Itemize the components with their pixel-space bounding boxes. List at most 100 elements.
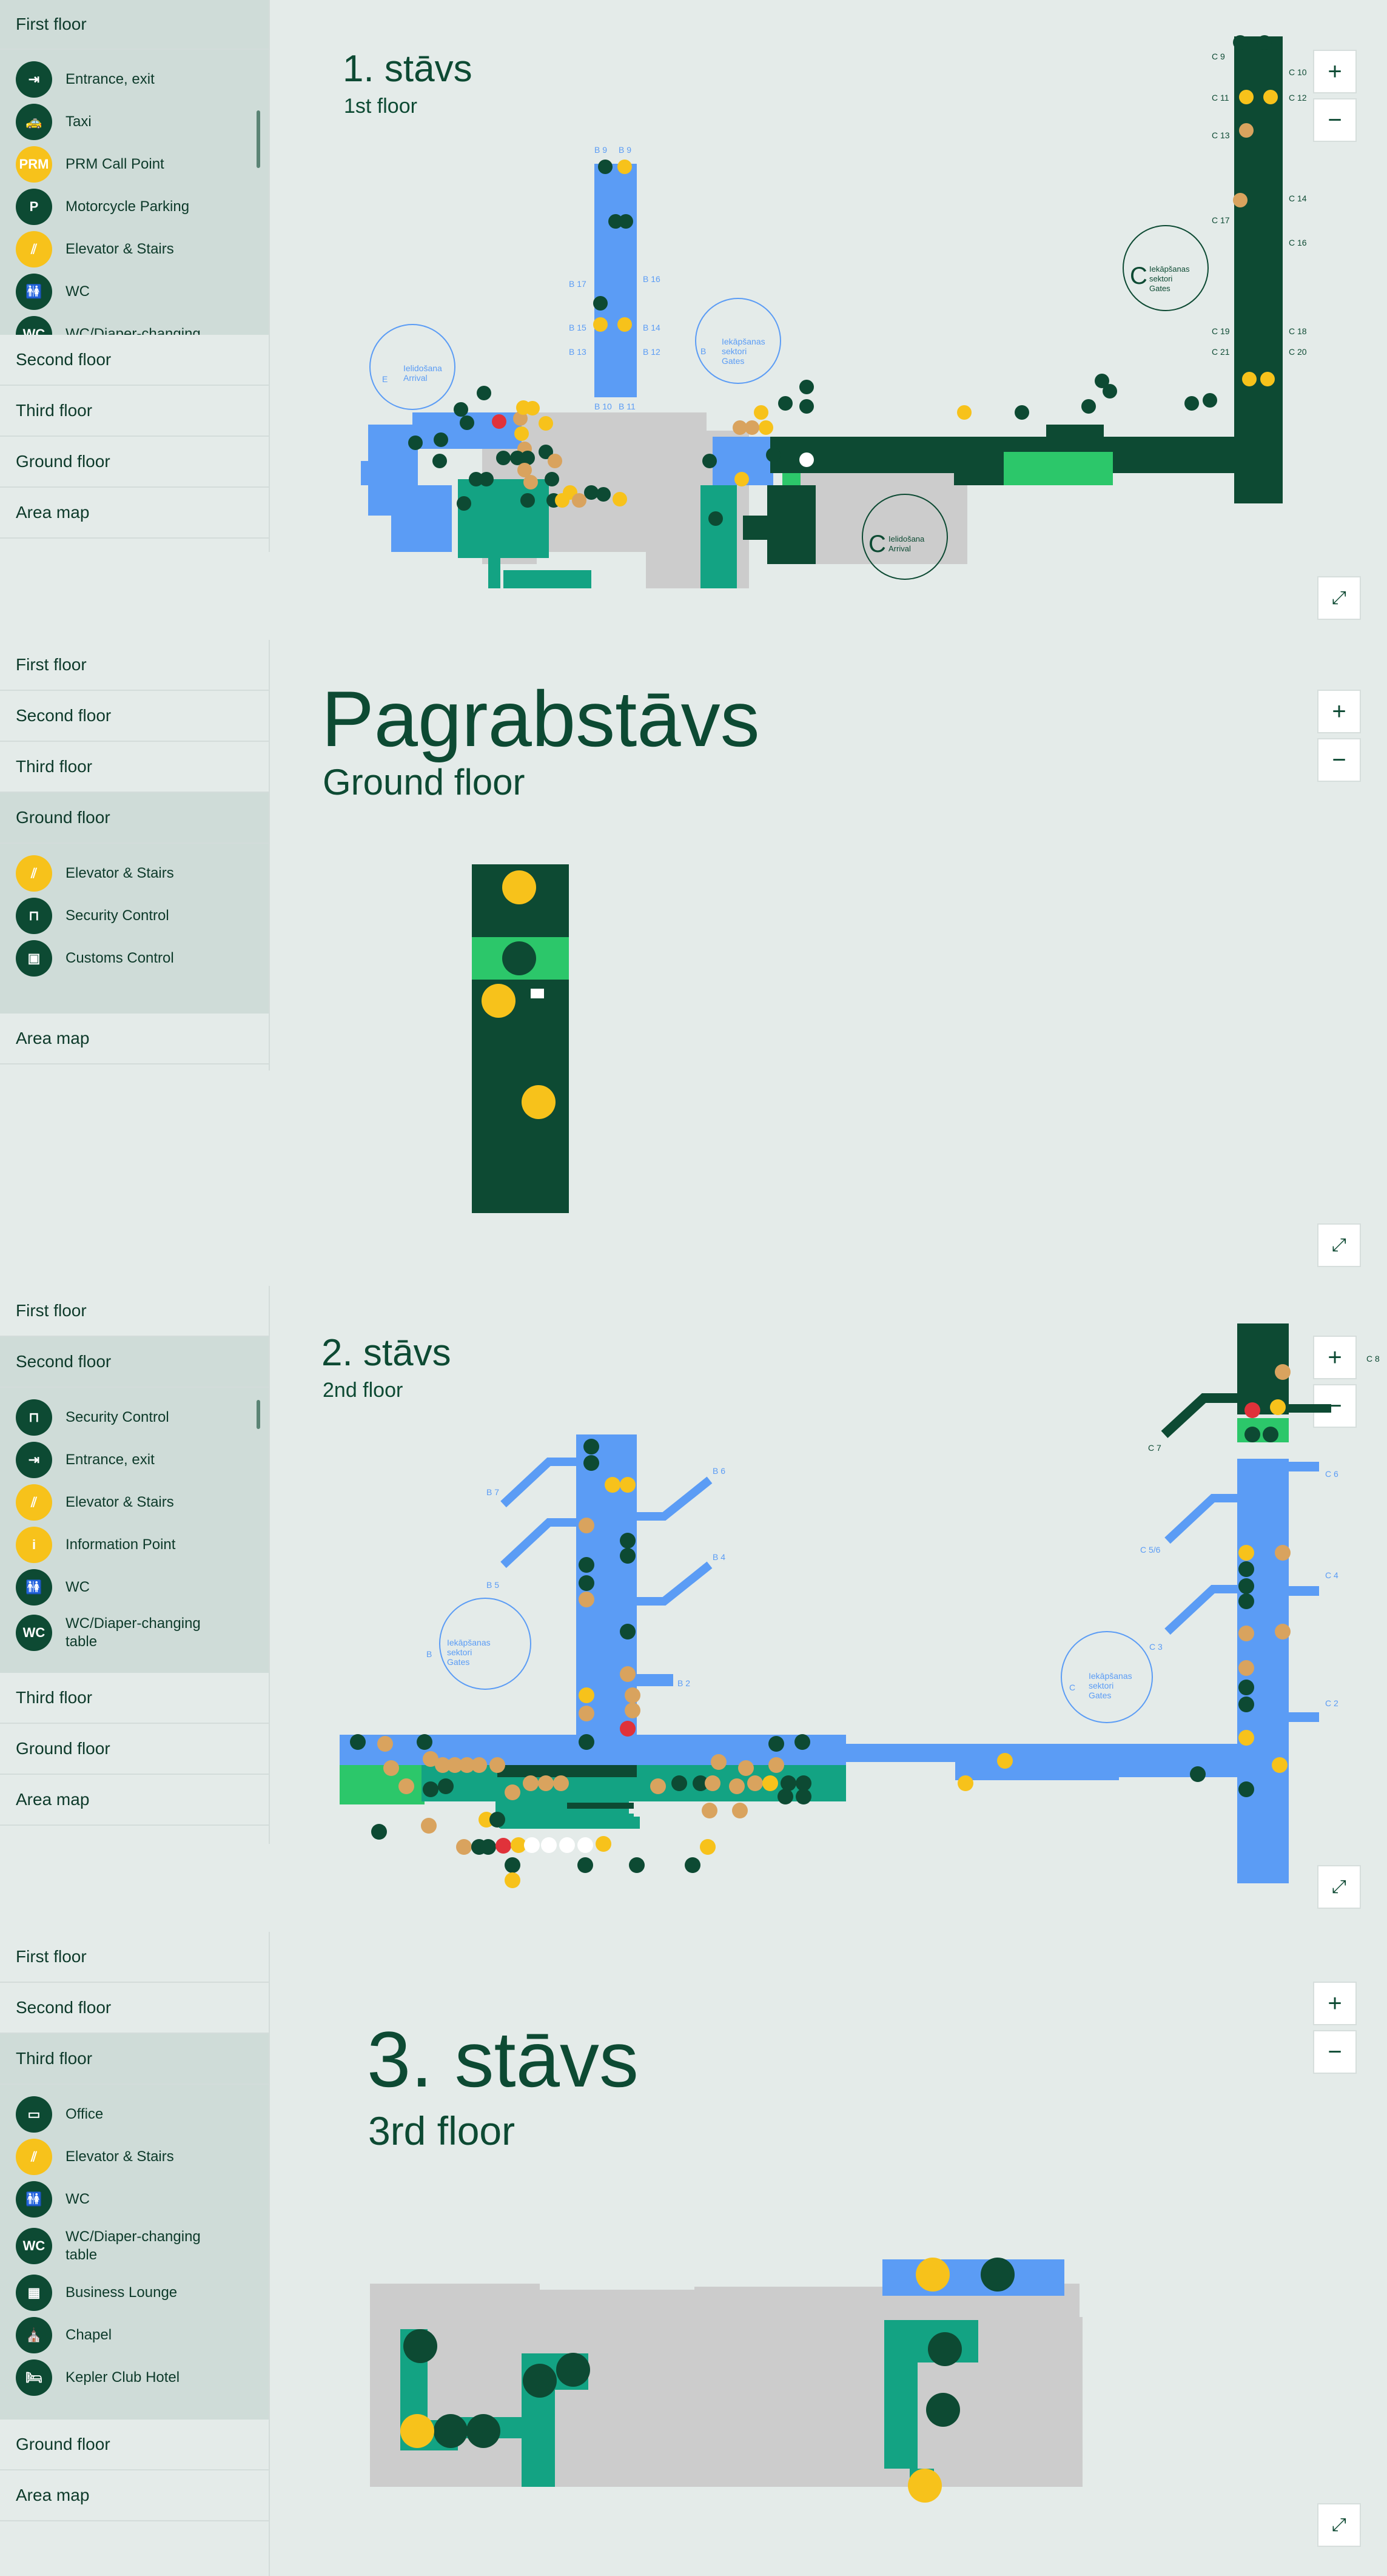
- legend-item-motorcycle[interactable]: P Motorcycle Parking: [16, 186, 269, 228]
- elevator-stairs-icon: ⫽: [16, 1484, 52, 1521]
- nav-area-map[interactable]: Area map: [0, 2470, 269, 2521]
- legend-1st: ⇥ Entrance, exit 🚕 Taxi PRM PRM Call Point …: [0, 50, 269, 335]
- legend-item-wc-diaper[interactable]: WC WC/Diaper-changing table: [16, 2221, 269, 2272]
- floor-panel-3: First floor Second floor Third floor ▭ Of…: [0, 1932, 270, 2576]
- nav-first-floor[interactable]: First floor: [0, 1932, 269, 1983]
- legend-item-customs[interactable]: ▣ Customs Control: [16, 937, 269, 980]
- legend-scrollbar[interactable]: [257, 110, 260, 168]
- legend-item-lounge[interactable]: ▦ Business Lounge: [16, 2272, 269, 2314]
- floor-plan-1st[interactable]: E Ielidošana Arrival B Iekāpšanas sektor…: [270, 0, 1387, 631]
- svg-text:B 15: B 15: [569, 323, 586, 332]
- entrance-exit-icon: ⇥: [16, 61, 52, 98]
- svg-text:Ielidošana: Ielidošana: [403, 363, 442, 373]
- svg-text:sektori: sektori: [722, 346, 747, 356]
- legend-item-security[interactable]: ⊓ Security Control: [16, 895, 269, 937]
- entrance-exit-icon: ⇥: [16, 1442, 52, 1478]
- svg-text:B: B: [426, 1649, 432, 1659]
- nav-first-floor[interactable]: First floor: [0, 1286, 269, 1337]
- nav-second-floor[interactable]: Second floor: [0, 1983, 269, 2034]
- nav-area-map[interactable]: Area map: [0, 1775, 269, 1826]
- security-control-icon: ⊓: [16, 1399, 52, 1436]
- office-icon: ▭: [16, 2096, 52, 2133]
- svg-text:Iekāpšanas: Iekāpšanas: [1149, 264, 1190, 274]
- legend-item-entrance[interactable]: ⇥ Entrance, exit: [16, 58, 269, 101]
- svg-text:C 14: C 14: [1289, 193, 1307, 203]
- svg-text:Arrival: Arrival: [403, 373, 428, 383]
- legend-item-wc-diaper[interactable]: WC WC/Diaper-changing: [16, 313, 269, 335]
- nav-second-floor[interactable]: Second floor: [0, 335, 269, 386]
- legend-item-prm[interactable]: PRM PRM Call Point: [16, 143, 269, 186]
- svg-text:Iekāpšanas: Iekāpšanas: [1089, 1671, 1132, 1681]
- legend-item-chapel[interactable]: ⛪ Chapel: [16, 2314, 269, 2356]
- floor-panel-1: First floor ⇥ Entrance, exit 🚕 Taxi PRM PRM…: [0, 0, 270, 552]
- svg-text:Iekāpšanas: Iekāpšanas: [722, 337, 765, 346]
- svg-text:C 11: C 11: [1212, 93, 1229, 103]
- legend-item-elevator[interactable]: ⫽ Elevator & Stairs: [16, 2136, 269, 2178]
- svg-text:B 10: B 10: [594, 402, 612, 411]
- svg-text:B 14: B 14: [643, 323, 660, 332]
- svg-text:C 7: C 7: [1148, 1443, 1161, 1453]
- svg-text:C 9: C 9: [1212, 52, 1225, 61]
- nav-area-map[interactable]: Area map: [0, 1014, 269, 1064]
- svg-text:C: C: [1069, 1683, 1075, 1692]
- nav-third-floor[interactable]: Third floor: [0, 2034, 269, 2085]
- svg-text:Iekāpšanas: Iekāpšanas: [447, 1638, 491, 1647]
- legend-scrollbar[interactable]: [257, 1400, 260, 1429]
- svg-text:B 2: B 2: [677, 1678, 690, 1688]
- legend-item-wc[interactable]: 🚻 WC: [16, 1566, 269, 1609]
- svg-text:B 17: B 17: [569, 279, 586, 289]
- kepler-hotel-icon: 🛏: [16, 2359, 52, 2396]
- svg-text:C 18: C 18: [1289, 326, 1307, 336]
- legend-item-security[interactable]: ⊓ Security Control: [16, 1396, 269, 1439]
- floor-plan-ground[interactable]: [270, 643, 1387, 1268]
- legend-item-info[interactable]: i Information Point: [16, 1524, 269, 1566]
- nav-area-map[interactable]: Area map: [0, 488, 269, 539]
- nav-second-floor[interactable]: Second floor: [0, 691, 269, 742]
- legend-item-wc[interactable]: 🚻 WC: [16, 271, 269, 313]
- nav-second-floor[interactable]: Second floor: [0, 1337, 269, 1388]
- floor-plan-2nd[interactable]: B Iekāpšanas sektori Gates C Iekāpšanas …: [270, 1280, 1387, 1917]
- floor-panel-ground: First floor Second floor Third floor Gro…: [0, 640, 270, 1071]
- svg-text:C 17: C 17: [1212, 215, 1230, 225]
- legend-item-wc-diaper[interactable]: WC WC/Diaper-changing table: [16, 1609, 269, 1657]
- svg-text:B 6: B 6: [713, 1466, 725, 1476]
- nav-third-floor[interactable]: Third floor: [0, 386, 269, 437]
- nav-first-floor[interactable]: First floor: [0, 0, 269, 50]
- nav-third-floor[interactable]: Third floor: [0, 1673, 269, 1724]
- svg-text:B 12: B 12: [643, 347, 660, 357]
- svg-text:C 3: C 3: [1149, 1642, 1163, 1652]
- legend-3rd: ▭ Office ⫽ Elevator & Stairs 🚻 WC WC WC/Diap…: [0, 2085, 269, 2420]
- nav-ground-floor[interactable]: Ground floor: [0, 793, 269, 844]
- legend-item-hotel[interactable]: 🛏 Kepler Club Hotel: [16, 2356, 269, 2399]
- nav-ground-floor[interactable]: Ground floor: [0, 2420, 269, 2470]
- svg-text:C 5/6: C 5/6: [1140, 1545, 1161, 1555]
- legend-item-entrance[interactable]: ⇥ Entrance, exit: [16, 1439, 269, 1481]
- svg-text:C 20: C 20: [1289, 347, 1307, 357]
- nav-third-floor[interactable]: Third floor: [0, 742, 269, 793]
- legend-item-elevator[interactable]: ⫽ Elevator & Stairs: [16, 1481, 269, 1524]
- legend-item-taxi[interactable]: 🚕 Taxi: [16, 101, 269, 143]
- svg-text:B 4: B 4: [713, 1552, 725, 1562]
- floor-plan-3rd[interactable]: [270, 1935, 1387, 2576]
- security-control-icon: ⊓: [16, 898, 52, 934]
- elevator-stairs-icon: ⫽: [16, 231, 52, 267]
- svg-text:B 9: B 9: [594, 145, 607, 155]
- nav-first-floor[interactable]: First floor: [0, 640, 269, 691]
- wc-icon: 🚻: [16, 1569, 52, 1606]
- taxi-icon: 🚕: [16, 104, 52, 140]
- legend-item-elevator[interactable]: ⫽ Elevator & Stairs: [16, 852, 269, 895]
- nav-ground-floor[interactable]: Ground floor: [0, 1724, 269, 1775]
- svg-text:sektori: sektori: [1149, 274, 1172, 283]
- wc-diaper-icon: WC: [16, 2228, 52, 2264]
- legend-item-elevator[interactable]: ⫽ Elevator & Stairs: [16, 228, 269, 271]
- legend-item-wc[interactable]: 🚻 WC: [16, 2178, 269, 2221]
- legend-item-office[interactable]: ▭ Office: [16, 2093, 269, 2136]
- svg-text:Gates: Gates: [447, 1657, 469, 1667]
- svg-text:C 13: C 13: [1212, 130, 1230, 140]
- svg-text:C 2: C 2: [1325, 1698, 1338, 1708]
- svg-text:sektori: sektori: [1089, 1681, 1113, 1690]
- svg-text:Gates: Gates: [722, 356, 744, 366]
- floor-panel-2: First floor Second floor ⊓ Security Contr…: [0, 1286, 270, 1844]
- nav-ground-floor[interactable]: Ground floor: [0, 437, 269, 488]
- svg-text:B 16: B 16: [643, 274, 660, 284]
